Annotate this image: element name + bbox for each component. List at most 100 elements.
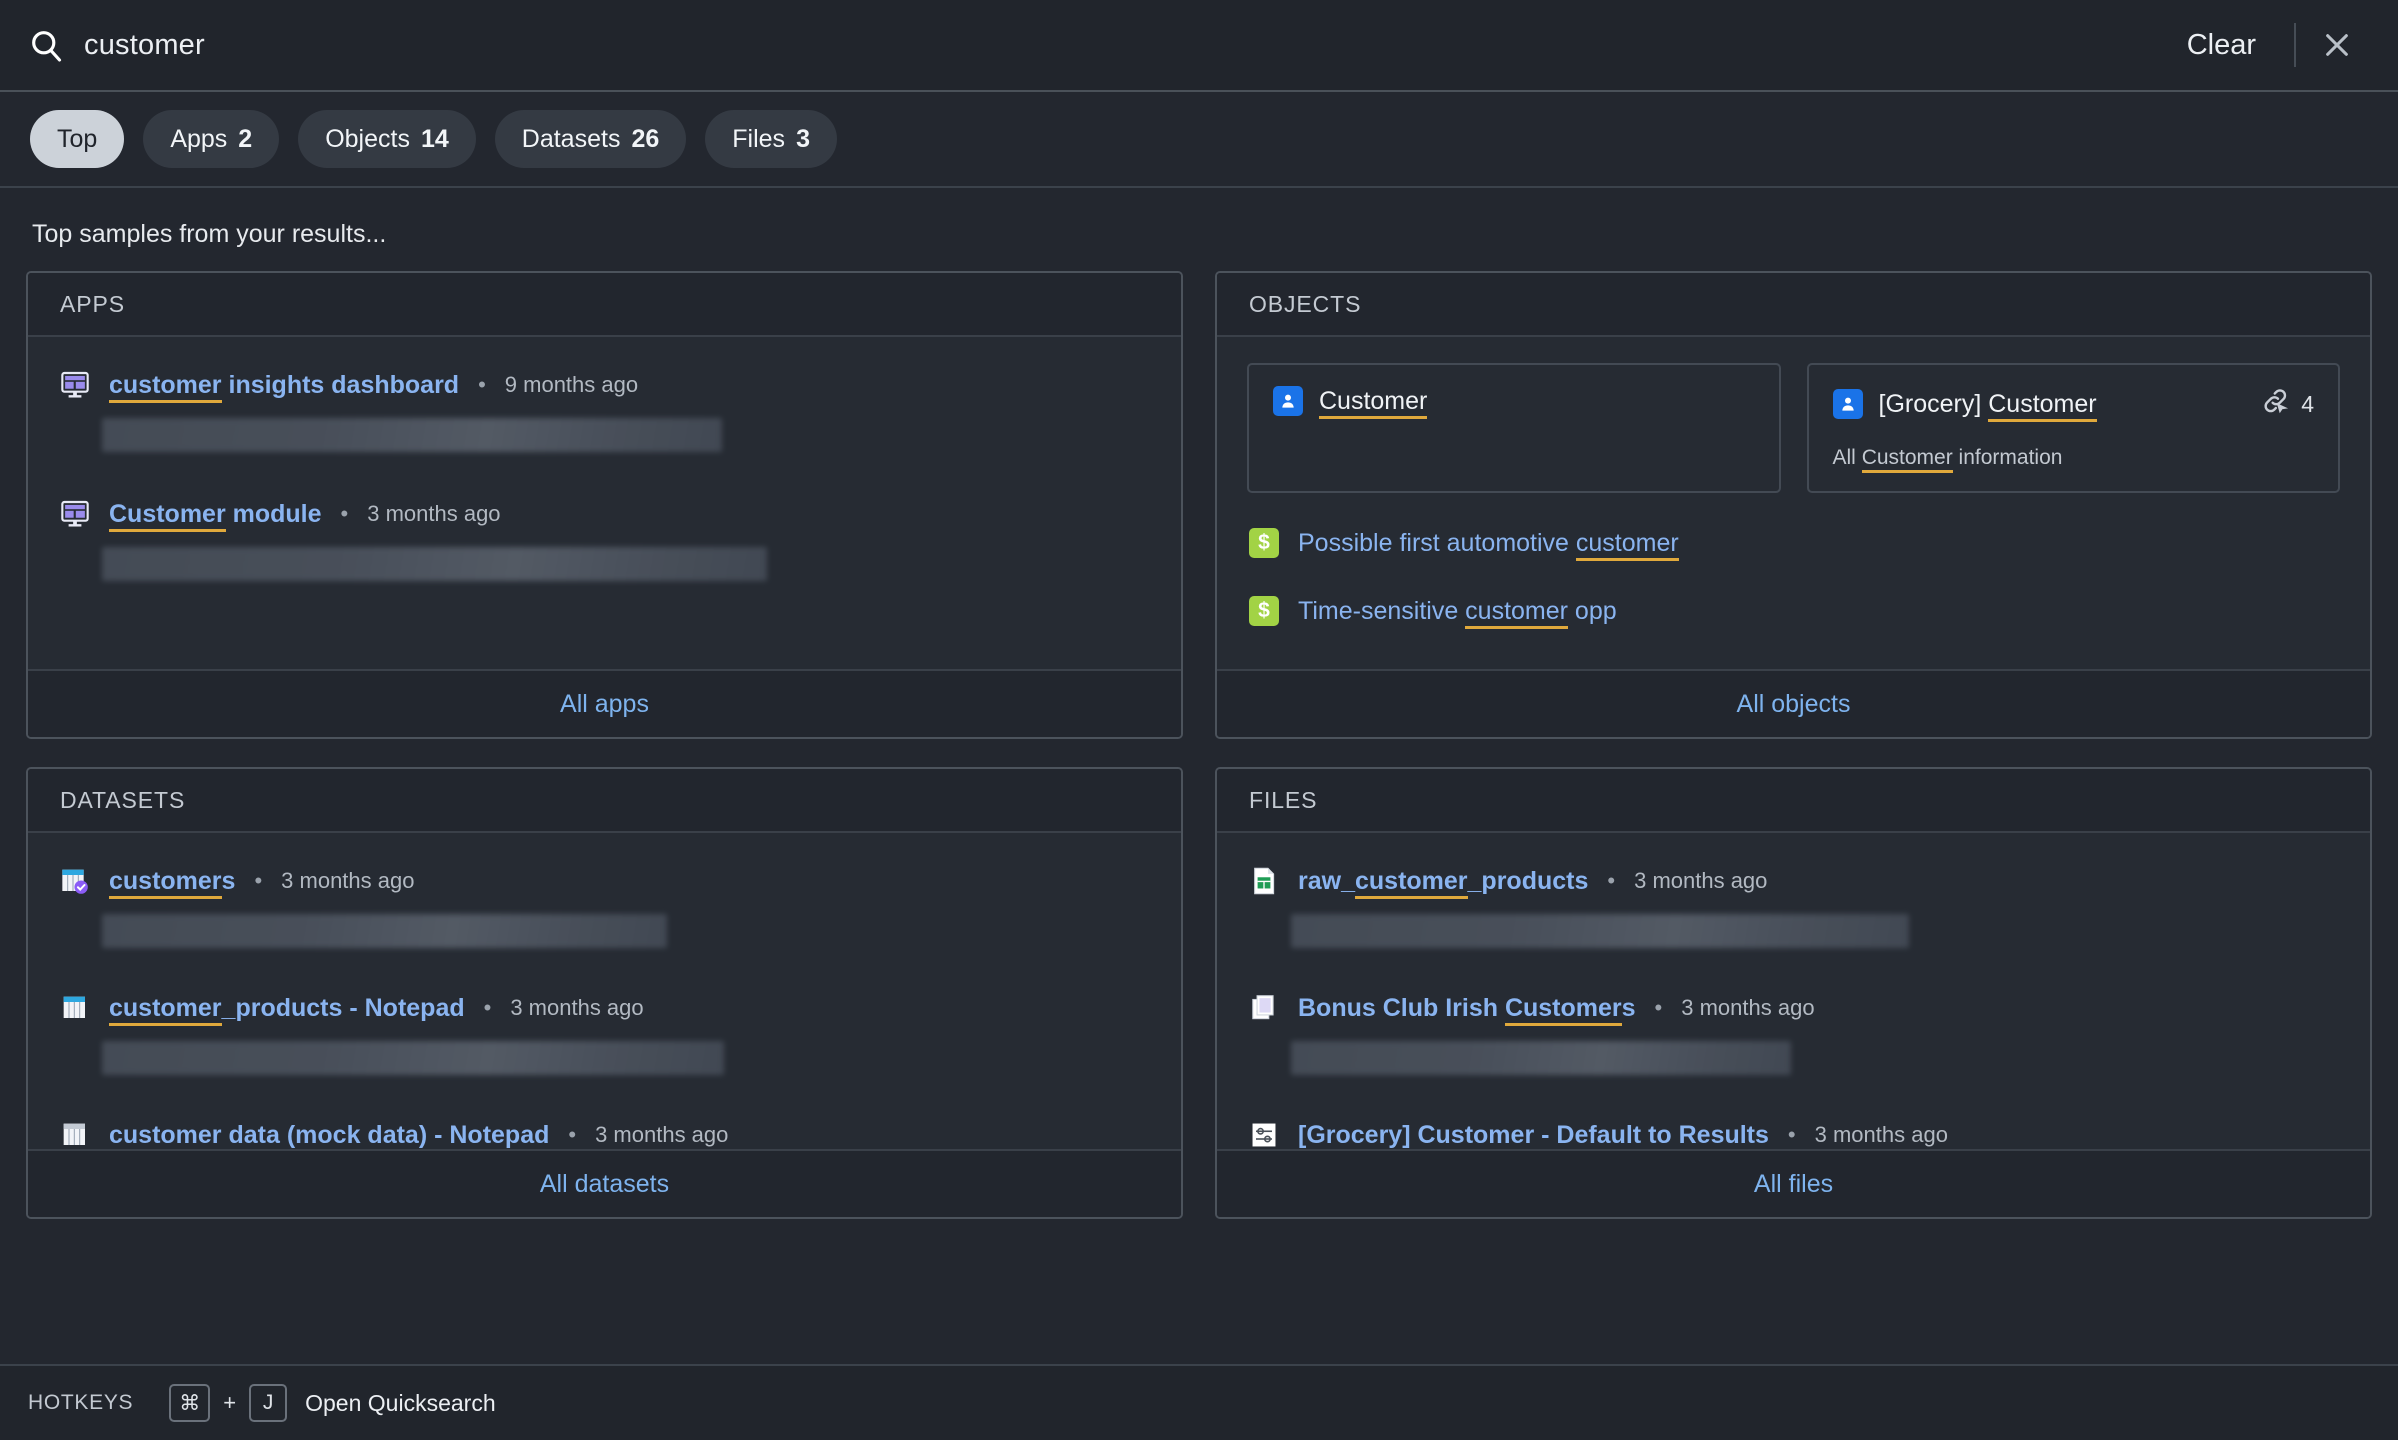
person-icon: [1832, 389, 1863, 419]
separator-dot: •: [1787, 1122, 1796, 1147]
separator-dot: •: [254, 868, 263, 893]
app-link[interactable]: Customer module: [109, 499, 322, 532]
object-card[interactable]: [Grocery] Customer 4 All Customer inform…: [1806, 363, 2340, 493]
hotkeys-description: Open Quicksearch: [305, 1389, 496, 1416]
tab-label: Datasets: [521, 124, 621, 153]
title-lead: Time-sensitive: [1298, 596, 1466, 625]
title-rest: data (mock data) - Notepad: [221, 1120, 550, 1149]
panel-datasets-body: customers • 3 months ago customer_produc…: [28, 833, 1181, 1149]
file-link[interactable]: [Grocery] Customer - Default to Results: [1298, 1120, 1769, 1149]
panel-apps-header: APPS: [28, 273, 1181, 337]
key-letter: J: [249, 1384, 288, 1422]
panel-apps-body: customer insights dashboard • 9 months a…: [28, 337, 1181, 669]
panel-datasets-header: DATASETS: [28, 769, 1181, 833]
link-count-value: 4: [2301, 390, 2314, 417]
tab-count: 26: [631, 124, 660, 153]
tab-objects[interactable]: Objects 14: [298, 110, 476, 168]
list-item[interactable]: Customer module • 3 months ago: [58, 492, 1151, 581]
timestamp: 3 months ago: [1681, 995, 1815, 1020]
documents-icon: [1247, 991, 1281, 1025]
title-lead: raw_: [1298, 866, 1355, 895]
title-rest: s: [221, 866, 236, 895]
all-apps-link[interactable]: All apps: [560, 690, 649, 719]
search-bar: Clear: [0, 0, 2398, 92]
title-tail: - Default to Results: [1534, 1120, 1769, 1149]
tab-label: Apps: [170, 124, 228, 153]
title-lead: Bonus Club Irish: [1298, 993, 1505, 1022]
separator-dot: •: [1607, 868, 1616, 893]
filter-tabs: Top Apps 2 Objects 14 Datasets 26 Files …: [0, 92, 2398, 188]
panel-files-body: raw_customer_products • 3 months ago Bon…: [1217, 833, 2370, 1149]
title-lead: [Grocery]: [1878, 389, 1989, 418]
file-link[interactable]: Bonus Club Irish Customers: [1298, 993, 1636, 1026]
object-card[interactable]: Customer: [1247, 363, 1781, 493]
toolbar-divider: [2294, 23, 2296, 67]
timestamp: 3 months ago: [510, 995, 644, 1020]
dataset-link[interactable]: customers: [109, 866, 236, 899]
match-highlight: customer: [1354, 866, 1468, 899]
match-highlight: customer: [109, 370, 222, 403]
all-objects-link[interactable]: All objects: [1737, 690, 1851, 719]
dataset-link[interactable]: customer data (mock data) - Notepad: [109, 1120, 550, 1149]
redacted-preview: [102, 914, 667, 948]
list-item[interactable]: customer insights dashboard • 9 months a…: [58, 363, 1151, 452]
separator-dot: •: [483, 995, 492, 1020]
tab-apps[interactable]: Apps 2: [143, 110, 280, 168]
object-card-list: Customer [Grocery] Customer 4 All Custom…: [1247, 363, 2340, 493]
separator-dot: •: [1654, 995, 1663, 1020]
key-modifier: ⌘: [169, 1384, 211, 1422]
all-datasets-link[interactable]: All datasets: [540, 1170, 669, 1199]
match-highlight: customer: [109, 866, 222, 899]
panel-objects-footer: All objects: [1217, 669, 2370, 737]
dataset-plain-icon: [58, 1118, 92, 1149]
list-item[interactable]: customer_products - Notepad • 3 months a…: [58, 986, 1151, 1075]
link-count[interactable]: 4: [2261, 386, 2314, 422]
results-grid: APPS customer insights dashboard • 9 mon…: [26, 271, 2372, 1219]
tab-count: 3: [796, 124, 810, 153]
list-item[interactable]: customer data (mock data) - Notepad • 3 …: [58, 1113, 1151, 1149]
list-item[interactable]: $ Time-sensitive customer opp: [1247, 589, 2340, 633]
dataset-link[interactable]: customer_products - Notepad: [109, 993, 465, 1026]
sliders-icon: [1247, 1118, 1281, 1149]
separator-dot: •: [478, 372, 486, 397]
list-item[interactable]: raw_customer_products • 3 months ago: [1247, 859, 2340, 948]
tab-top[interactable]: Top: [30, 110, 125, 168]
list-item[interactable]: Bonus Club Irish Customers • 3 months ag…: [1247, 986, 2340, 1075]
panel-objects-body: Customer [Grocery] Customer 4 All Custom…: [1217, 337, 2370, 669]
results-area: Top samples from your results... APPS cu…: [0, 188, 2398, 1364]
object-link[interactable]: Time-sensitive customer opp: [1298, 596, 1617, 629]
search-icon: [26, 25, 66, 65]
timestamp: 3 months ago: [595, 1122, 729, 1147]
title-rest: _products - Notepad: [221, 993, 465, 1022]
title-lead: Possible first automotive: [1298, 528, 1576, 557]
redacted-preview: [102, 1041, 724, 1075]
panel-files-footer: All files: [1217, 1149, 2370, 1217]
title-tail: _products: [1467, 866, 1589, 895]
file-link[interactable]: raw_customer_products: [1298, 866, 1589, 899]
panel-apps: APPS customer insights dashboard • 9 mon…: [26, 271, 1183, 739]
person-icon: [1273, 386, 1303, 416]
panel-apps-footer: All apps: [28, 669, 1181, 737]
all-files-link[interactable]: All files: [1754, 1170, 1833, 1199]
match-highlight: customer: [1465, 596, 1568, 629]
match-highlight: customer: [1575, 528, 1679, 561]
match-highlight: customer: [109, 993, 222, 1026]
object-card-subtitle: All Customer information: [1833, 446, 2315, 473]
tab-label: Objects: [325, 124, 410, 153]
samples-heading: Top samples from your results...: [32, 220, 387, 248]
app-link[interactable]: customer insights dashboard: [109, 370, 459, 403]
close-icon[interactable]: [2310, 18, 2364, 72]
clear-button[interactable]: Clear: [2161, 21, 2282, 70]
object-link[interactable]: Possible first automotive customer: [1298, 528, 1679, 561]
panel-datasets-footer: All datasets: [28, 1149, 1181, 1217]
list-item[interactable]: [Grocery] Customer - Default to Results …: [1247, 1113, 2340, 1149]
search-input[interactable]: [84, 28, 2161, 62]
title-tail: s: [1621, 993, 1636, 1022]
tab-datasets[interactable]: Datasets 26: [494, 110, 687, 168]
panel-objects: OBJECTS Customer [Grocery] Customer 4 Al…: [1215, 271, 2372, 739]
tab-label: Top: [57, 124, 98, 153]
list-item[interactable]: $ Possible first automotive customer: [1247, 521, 2340, 565]
tab-files[interactable]: Files 3: [705, 110, 837, 168]
link-cursor-icon: [2261, 386, 2291, 422]
list-item[interactable]: customers • 3 months ago: [58, 859, 1151, 948]
